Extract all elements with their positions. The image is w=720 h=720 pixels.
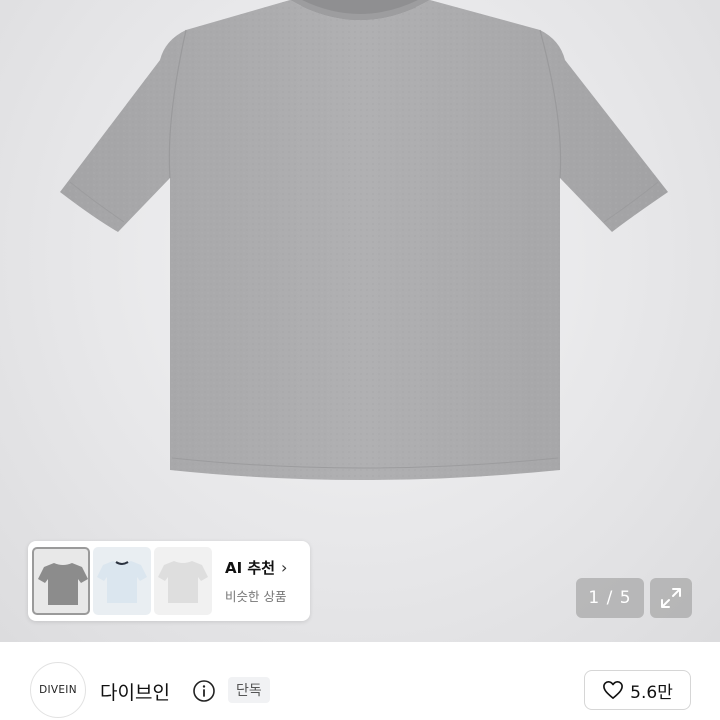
like-button[interactable]: 5.6만 xyxy=(584,670,691,710)
seller-name[interactable]: 다이브인 xyxy=(100,678,170,705)
ai-recommendation-panel[interactable]: AI 추천 › 비슷한 상품 xyxy=(28,541,310,621)
expand-button[interactable] xyxy=(650,578,692,618)
exclusive-badge: 단독 xyxy=(228,677,270,703)
expand-icon xyxy=(661,588,681,608)
info-icon[interactable] xyxy=(192,679,216,703)
light-blue-tshirt-thumbnail[interactable] xyxy=(93,547,151,615)
image-pager-indicator: 1 / 5 xyxy=(576,578,644,618)
chevron-right-icon: › xyxy=(281,557,288,577)
seller-bar: DIVEIN 다이브인 단독 5.6만 xyxy=(0,642,720,720)
like-count: 5.6만 xyxy=(630,682,673,703)
product-image-gallery[interactable]: AI 추천 › 비슷한 상품 1 / 5 xyxy=(0,0,720,642)
gray-tshirt-thumbnail[interactable] xyxy=(32,547,90,615)
white-tshirt-thumbnail[interactable] xyxy=(154,547,212,615)
ai-recommendation-title: AI 추천 xyxy=(225,559,276,577)
ai-recommendation-subtitle: 비슷한 상품 xyxy=(225,589,287,604)
ai-recommendation-text[interactable]: AI 추천 › 비슷한 상품 xyxy=(225,557,287,605)
heart-icon xyxy=(603,681,624,699)
seller-logo[interactable]: DIVEIN xyxy=(30,662,86,718)
